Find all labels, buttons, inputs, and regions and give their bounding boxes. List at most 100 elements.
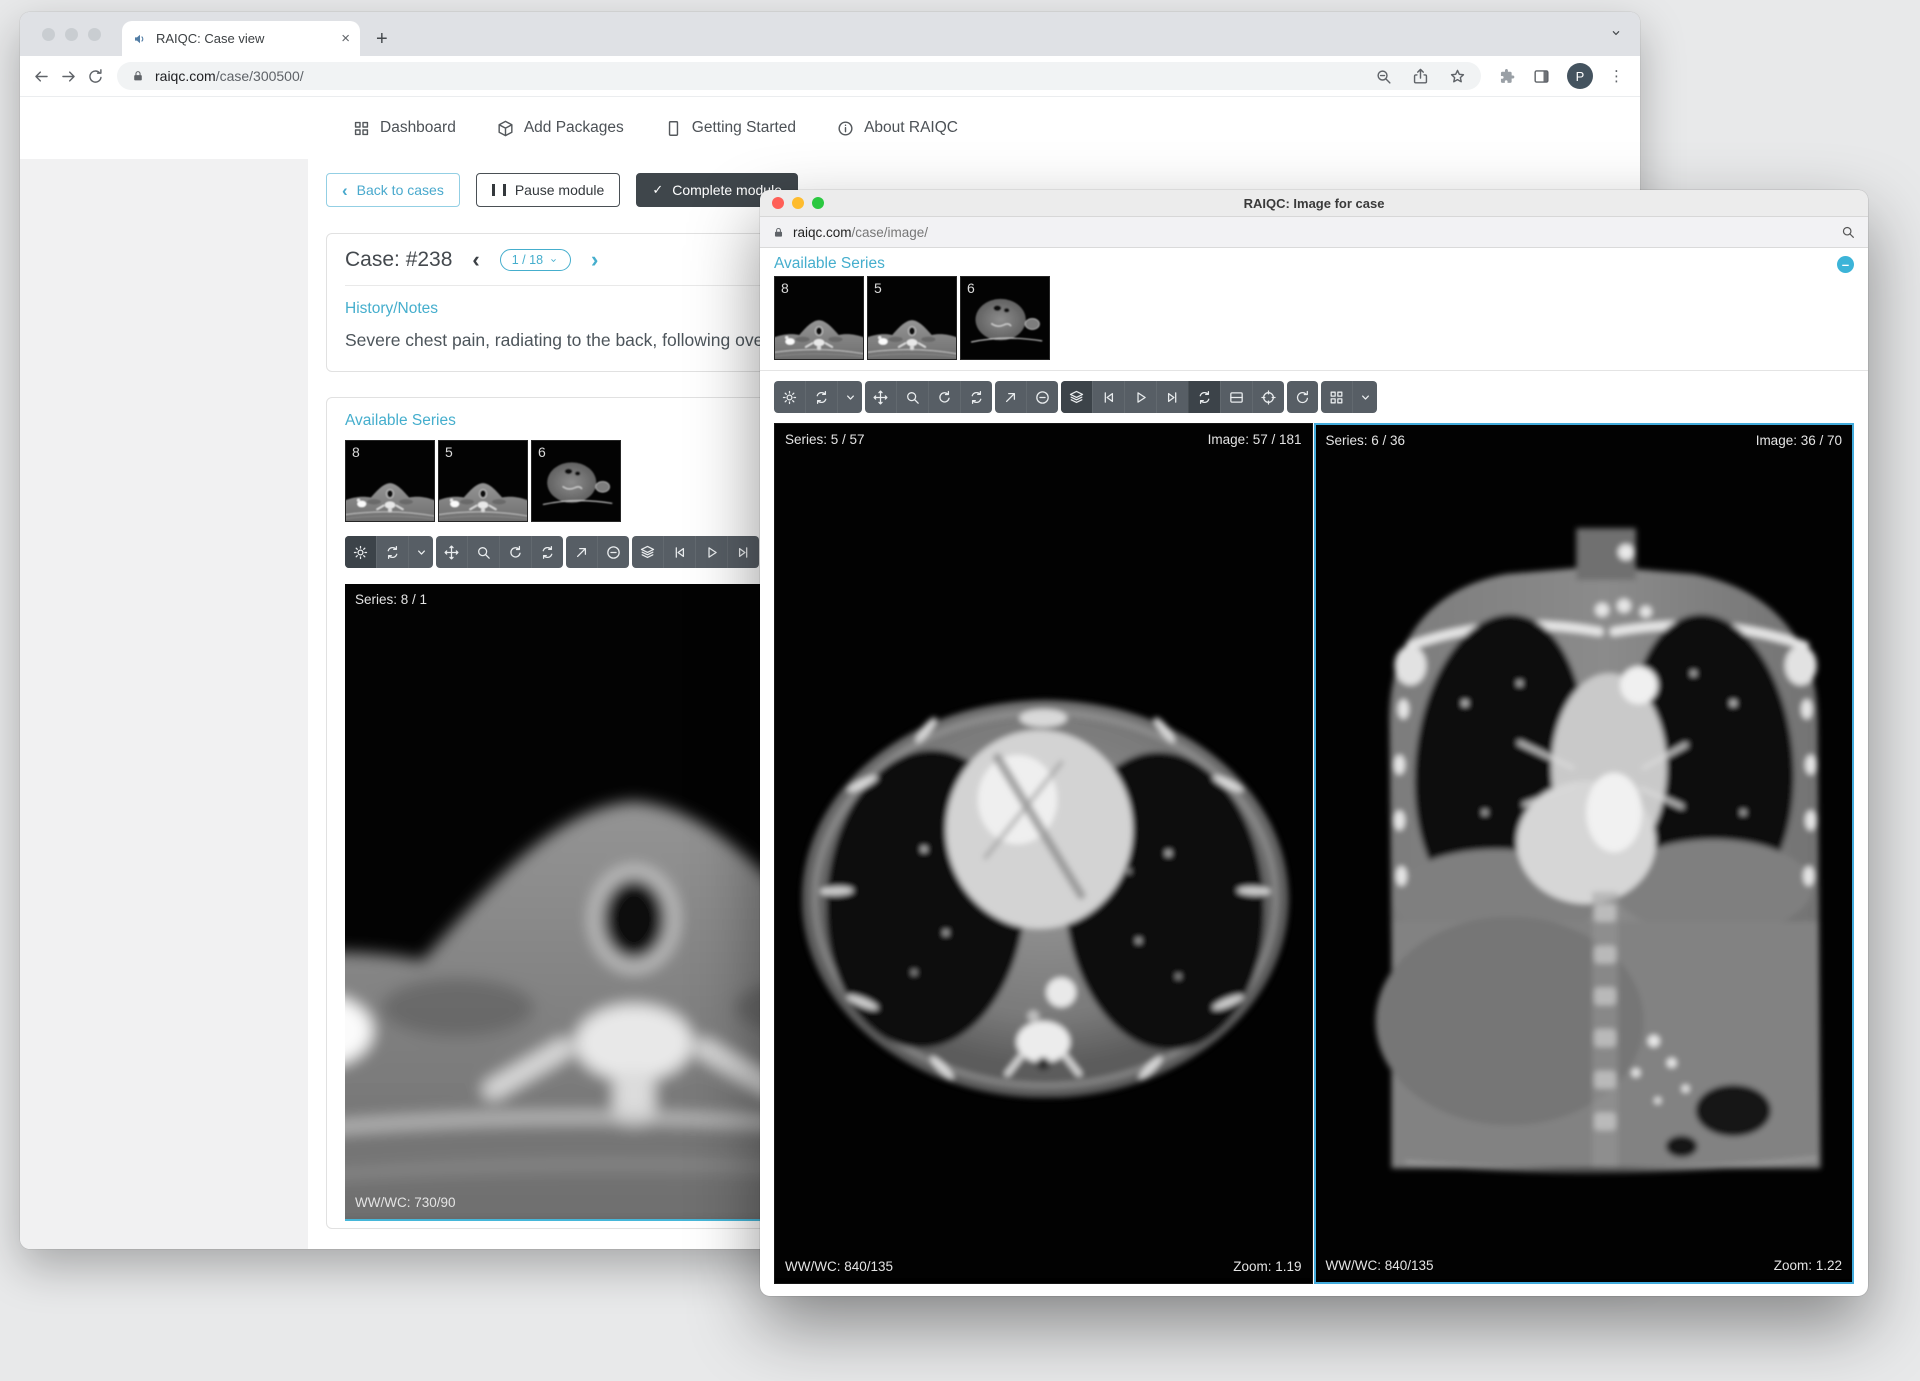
last-image-icon[interactable] [727,536,759,568]
grid-layout-icon[interactable] [1321,381,1352,413]
tab-case-view[interactable]: RAIQC: Case view × [122,21,360,56]
nav-item-about[interactable]: About RAIQC [836,119,958,138]
sync-loop-icon[interactable] [1188,381,1220,413]
popup-address-bar[interactable]: raiqc.com/case/image/ [760,217,1868,248]
first-image-icon[interactable] [1092,381,1124,413]
series-thumbnail-8[interactable]: 8 [345,440,435,522]
localize-target-icon[interactable] [1252,381,1284,413]
minimize-window-button[interactable] [792,197,804,209]
series-thumbnail-8[interactable]: 8 [774,276,864,360]
series-thumbnail-5[interactable]: 5 [867,276,957,360]
cine-loop-icon[interactable] [376,536,408,568]
popup-url-text: raiqc.com/case/image/ [793,225,928,240]
side-panel-icon[interactable] [1532,67,1551,86]
series-number: 6 [538,444,546,460]
bookmark-star-icon[interactable] [1448,67,1467,86]
brightness-icon[interactable] [345,536,376,568]
zoom-out-icon[interactable] [1374,67,1393,86]
caret-down-icon[interactable] [837,381,862,413]
address-bar[interactable]: raiqc.com/case/300500/ [117,62,1481,90]
browser-menu-kebab-icon[interactable]: ⋮ [1609,67,1624,85]
close-window-button[interactable] [42,28,55,41]
series-thumbnail-5[interactable]: 5 [438,440,528,522]
rotate-icon[interactable] [928,381,960,413]
ct-viewport-coronal[interactable]: Series: 6 / 36 Image: 36 / 70 WW/WC: 840… [1314,423,1855,1284]
package-icon [496,119,515,138]
series-thumbnail-6[interactable]: 6 [531,440,621,522]
remove-annotation-icon[interactable] [597,536,629,568]
tab-strip: RAIQC: Case view × + [20,12,1640,56]
pause-icon [492,184,506,196]
ct-viewport-axial[interactable]: Series: 5 / 57 Image: 57 / 181 WW/WC: 84… [774,423,1313,1284]
annotate-arrow-icon[interactable] [995,381,1026,413]
reset-view-icon[interactable] [1287,381,1318,413]
split-view-icon[interactable] [1220,381,1252,413]
collapse-panel-icon[interactable]: – [1837,256,1854,273]
popup-window-title: RAIQC: Image for case [1244,196,1385,211]
brightness-icon[interactable] [774,381,805,413]
book-icon [664,119,683,138]
share-icon[interactable] [1411,67,1430,86]
next-case-chevron-icon[interactable]: › [591,249,598,271]
layers-icon[interactable] [632,536,663,568]
chevron-left-icon: ‹ [342,182,348,199]
previous-case-chevron-icon[interactable]: ‹ [472,249,479,271]
pan-icon[interactable] [865,381,896,413]
nav-item-getting-started[interactable]: Getting Started [664,119,796,138]
nav-label: Add Packages [524,119,624,137]
cine-loop-icon[interactable] [805,381,837,413]
close-window-button[interactable] [772,197,784,209]
nav-item-add-packages[interactable]: Add Packages [496,119,624,138]
zoom-window-button[interactable] [88,28,101,41]
remove-annotation-icon[interactable] [1026,381,1058,413]
reload-icon[interactable] [86,67,105,86]
pan-icon[interactable] [436,536,467,568]
tab-search-chevron-icon[interactable] [1608,25,1624,41]
zoom-icon[interactable] [467,536,499,568]
series-thumbnail-6[interactable]: 6 [960,276,1050,360]
flip-loop-icon[interactable] [531,536,563,568]
nav-label: Getting Started [692,119,796,137]
viewer-toolbar [774,381,1854,413]
wwwc-overlay-label: WW/WC: 840/135 [1326,1258,1434,1273]
rotate-icon[interactable] [499,536,531,568]
zoom-icon[interactable] [896,381,928,413]
play-cine-icon[interactable] [1124,381,1156,413]
series-number: 6 [967,280,975,296]
caret-down-icon[interactable] [1352,381,1377,413]
popup-title-bar: RAIQC: Image for case [760,190,1868,217]
image-overlay-label: Image: 36 / 70 [1756,433,1842,448]
first-image-icon[interactable] [663,536,695,568]
flip-loop-icon[interactable] [960,381,992,413]
back-to-cases-button[interactable]: ‹ Back to cases [326,173,460,207]
window-controls[interactable] [42,28,101,41]
nav-label: Dashboard [380,119,456,137]
series-number: 5 [445,444,453,460]
wwwc-overlay-label: WW/WC: 730/90 [355,1195,456,1210]
check-icon: ✓ [652,182,663,198]
chevron-down-icon [548,255,559,266]
nav-item-dashboard[interactable]: Dashboard [352,119,456,138]
zoom-overlay-label: Zoom: 1.22 [1774,1258,1842,1273]
dashboard-grid-icon [352,119,371,138]
case-title: Case: #238 [345,248,452,272]
profile-avatar[interactable]: P [1567,63,1593,89]
extensions-puzzle-icon[interactable] [1497,67,1516,86]
forward-icon[interactable] [59,67,78,86]
series-overlay-label: Series: 5 / 57 [785,432,865,447]
pause-module-button[interactable]: Pause module [476,173,621,207]
minimize-window-button[interactable] [65,28,78,41]
caret-down-icon[interactable] [408,536,433,568]
play-cine-icon[interactable] [695,536,727,568]
new-tab-button[interactable]: + [376,29,388,49]
search-icon[interactable] [1840,224,1856,240]
case-pagination-dropdown[interactable]: 1 / 18 [500,249,571,271]
annotate-arrow-icon[interactable] [566,536,597,568]
back-icon[interactable] [32,67,51,86]
layers-icon[interactable] [1061,381,1092,413]
zoom-window-button[interactable] [812,197,824,209]
tab-close-icon[interactable]: × [341,31,350,46]
popup-body: Available Series – 8 5 6 Series: 5 / 57 [760,248,1868,1284]
last-image-icon[interactable] [1156,381,1188,413]
popup-window-controls[interactable] [772,197,824,209]
